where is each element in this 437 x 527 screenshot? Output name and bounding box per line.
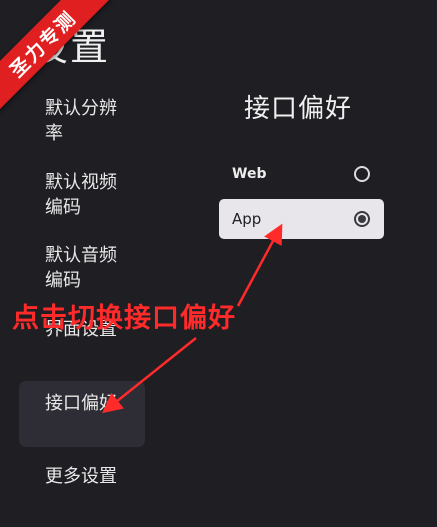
- sidebar-item-label: 默认音频编码: [45, 245, 117, 291]
- sidebar-item-label: 接口偏好: [45, 393, 117, 414]
- sidebar-item-label: 更多设置: [45, 466, 117, 487]
- option-label: Web: [232, 166, 267, 182]
- sidebar-item-more-settings[interactable]: 更多设置: [19, 454, 145, 520]
- arrow-to-app-option: [236, 223, 283, 307]
- option-web[interactable]: Web: [219, 154, 384, 194]
- section-title: 接口偏好: [244, 94, 353, 124]
- radio-unchecked-icon[interactable]: [354, 166, 370, 182]
- option-label: App: [232, 210, 262, 228]
- annotation-text: 点击切换接口偏好: [12, 303, 236, 334]
- sidebar-item-label: 默认分辨率: [45, 98, 117, 144]
- option-app[interactable]: App: [219, 199, 384, 239]
- sidebar-item-default-resolution[interactable]: 默认分辨率: [19, 86, 145, 152]
- sidebar-item-label: 默认视频编码: [45, 172, 117, 218]
- sidebar-item-default-audio-codec[interactable]: 默认音频编码: [19, 233, 145, 299]
- sidebar-item-interface-preference[interactable]: 接口偏好: [19, 381, 145, 447]
- radio-checked-icon[interactable]: [354, 211, 370, 227]
- sidebar-item-default-video-codec[interactable]: 默认视频编码: [19, 160, 145, 226]
